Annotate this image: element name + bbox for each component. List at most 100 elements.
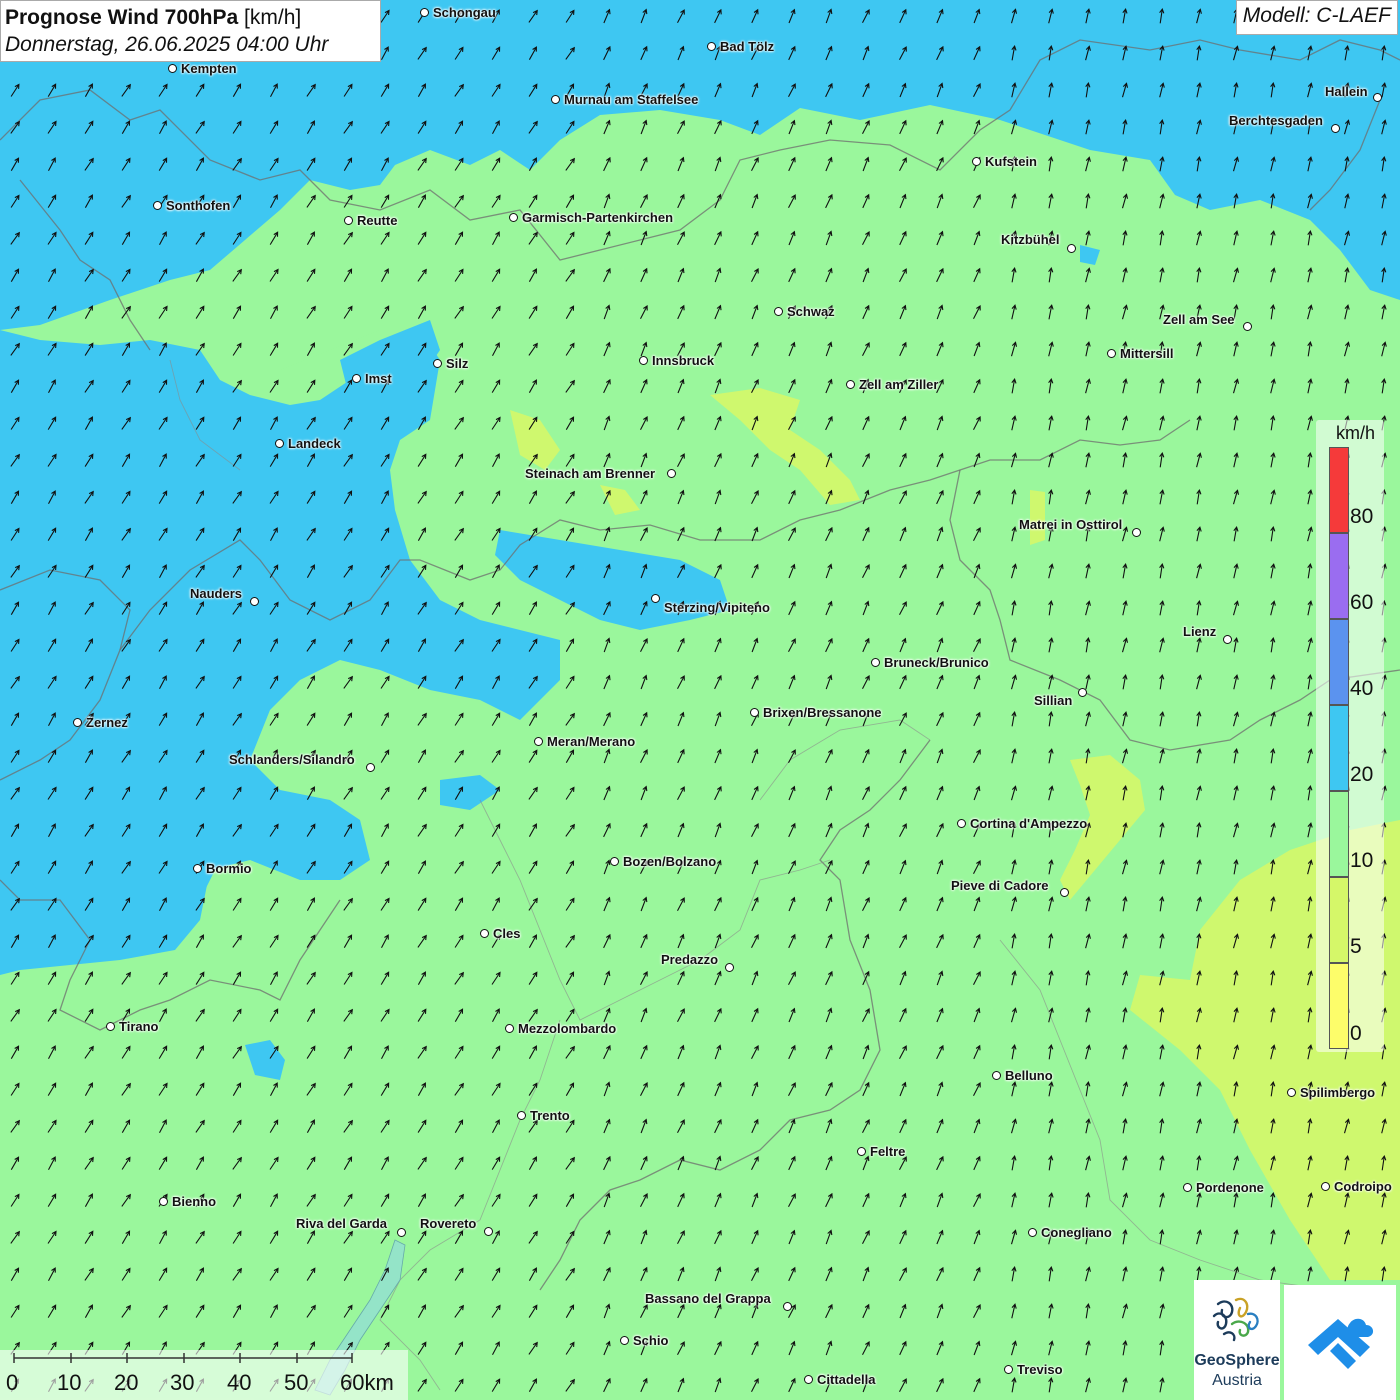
city-label: Bienno xyxy=(172,1194,217,1209)
city-marker-icon[interactable] xyxy=(972,157,981,166)
city-marker-icon[interactable] xyxy=(73,718,82,727)
city-marker-icon[interactable] xyxy=(957,819,966,828)
city-marker-icon[interactable] xyxy=(1028,1228,1037,1237)
city-marker-icon[interactable] xyxy=(1004,1365,1013,1374)
city-label: Innsbruck xyxy=(652,353,715,368)
geosphere-name: GeoSphere xyxy=(1194,1352,1280,1369)
city-marker-icon[interactable] xyxy=(275,439,284,448)
city-label: Riva del Garda xyxy=(296,1216,388,1231)
city-label: Hallein xyxy=(1325,84,1368,99)
city-label: Schlanders/Silandro xyxy=(229,752,355,767)
city-label: Steinach am Brenner xyxy=(525,466,656,481)
wind-forecast-map[interactable]: Schongau Bad Tölz Kempten Murnau am Staffel… xyxy=(0,0,1400,1400)
forecast-datetime: Donnerstag, 26.06.2025 04:00 Uhr xyxy=(5,33,329,56)
city-label: Sonthofen xyxy=(166,198,231,213)
city-marker-icon[interactable] xyxy=(433,359,442,368)
city-label: Spilimbergo xyxy=(1300,1085,1376,1100)
legend-swatch-20-40 xyxy=(1329,705,1349,791)
city-marker-icon[interactable] xyxy=(750,708,759,717)
city-marker-icon[interactable] xyxy=(707,42,716,51)
city-marker-icon[interactable] xyxy=(1331,124,1340,133)
city-marker-icon[interactable] xyxy=(551,95,560,104)
city-marker-icon[interactable] xyxy=(651,594,660,603)
city-label: Nauders xyxy=(190,586,243,601)
geosphere-country: Austria xyxy=(1212,1372,1262,1389)
legend-swatch-80+ xyxy=(1329,447,1349,533)
city-marker-icon[interactable] xyxy=(992,1071,1001,1080)
city-label: Tirano xyxy=(119,1019,159,1034)
city-marker-icon[interactable] xyxy=(480,929,489,938)
city-marker-icon[interactable] xyxy=(420,8,429,17)
city-label: Feltre xyxy=(870,1144,906,1159)
city-label: Matrei in Osttirol xyxy=(1019,517,1123,532)
city-marker-icon[interactable] xyxy=(484,1227,493,1236)
city-label: Landeck xyxy=(288,436,341,451)
city-marker-icon[interactable] xyxy=(667,469,676,478)
city-marker-icon[interactable] xyxy=(505,1024,514,1033)
geosphere-logo[interactable]: GeoSphere Austria xyxy=(1194,1280,1280,1400)
city-marker-icon[interactable] xyxy=(725,963,734,972)
city-marker-icon[interactable] xyxy=(804,1375,813,1384)
city-marker-icon[interactable] xyxy=(639,356,648,365)
city-marker-icon[interactable] xyxy=(1067,244,1076,253)
legend-label-20: 20 xyxy=(1350,763,1374,786)
city-marker-icon[interactable] xyxy=(106,1022,115,1031)
city-label: Kempten xyxy=(181,61,237,76)
city-marker-icon[interactable] xyxy=(1321,1182,1330,1191)
city-marker-icon[interactable] xyxy=(1107,349,1116,358)
city-marker-icon[interactable] xyxy=(193,864,202,873)
city-label: Bruneck/Brunico xyxy=(884,655,989,670)
city-marker-icon[interactable] xyxy=(783,1302,792,1311)
city-marker-icon[interactable] xyxy=(846,380,855,389)
city-marker-icon[interactable] xyxy=(344,216,353,225)
app-logo[interactable] xyxy=(1284,1285,1396,1400)
city-marker-icon[interactable] xyxy=(250,597,259,606)
city-label: Mezzolombardo xyxy=(518,1021,617,1036)
city-marker-icon[interactable] xyxy=(1243,322,1252,331)
city-label: Cles xyxy=(493,926,521,941)
forecast-title-main: Prognose Wind 700hPa xyxy=(5,6,239,29)
city-marker-icon[interactable] xyxy=(1183,1183,1192,1192)
legend-label-80: 80 xyxy=(1350,505,1374,528)
city-label: Silz xyxy=(446,356,469,371)
city-marker-icon[interactable] xyxy=(1287,1088,1296,1097)
city-marker-icon[interactable] xyxy=(610,857,619,866)
forecast-title-box: Prognose Wind 700hPa [km/h] Donnerstag, … xyxy=(0,0,381,62)
city-marker-icon[interactable] xyxy=(1223,635,1232,644)
geosphere-swirl-icon xyxy=(1212,1297,1259,1342)
city-label: Reutte xyxy=(357,213,398,228)
city-marker-icon[interactable] xyxy=(153,201,162,210)
city-marker-icon[interactable] xyxy=(534,737,543,746)
scale-label-30: 30 xyxy=(170,1370,195,1395)
city-label: Schio xyxy=(633,1333,669,1348)
city-marker-icon[interactable] xyxy=(366,763,375,772)
city-marker-icon[interactable] xyxy=(397,1228,406,1237)
city-label: Lienz xyxy=(1183,624,1217,639)
city-label: Meran/Merano xyxy=(547,734,636,749)
city-marker-icon[interactable] xyxy=(1078,688,1087,697)
city-marker-icon[interactable] xyxy=(1132,528,1141,537)
city-marker-icon[interactable] xyxy=(774,307,783,316)
forecast-title: Prognose Wind 700hPa [km/h] xyxy=(5,4,376,32)
city-marker-icon[interactable] xyxy=(857,1147,866,1156)
city-label: Bassano del Grappa xyxy=(645,1291,771,1306)
scale-label-50: 50 xyxy=(284,1370,309,1395)
city-label: Sillian xyxy=(1034,693,1073,708)
legend-swatch-40-60 xyxy=(1329,619,1349,705)
forecast-title-unit: [km/h] xyxy=(244,6,302,29)
city-marker-icon[interactable] xyxy=(871,658,880,667)
city-marker-icon[interactable] xyxy=(620,1336,629,1345)
city-marker-icon[interactable] xyxy=(168,64,177,73)
city-label: Conegliano xyxy=(1041,1225,1112,1240)
city-label: Murnau am Staffelsee xyxy=(564,92,699,107)
city-marker-icon[interactable] xyxy=(1373,93,1382,102)
scale-label-60km: 60km xyxy=(340,1370,394,1395)
city-marker-icon[interactable] xyxy=(509,213,518,222)
city-marker-icon[interactable] xyxy=(1060,888,1069,897)
legend-label-60: 60 xyxy=(1350,591,1374,614)
city-label: Mittersill xyxy=(1120,346,1174,361)
city-marker-icon[interactable] xyxy=(517,1111,526,1120)
city-label: Bozen/Bolzano xyxy=(623,854,717,869)
city-marker-icon[interactable] xyxy=(159,1197,168,1206)
city-marker-icon[interactable] xyxy=(352,374,361,383)
